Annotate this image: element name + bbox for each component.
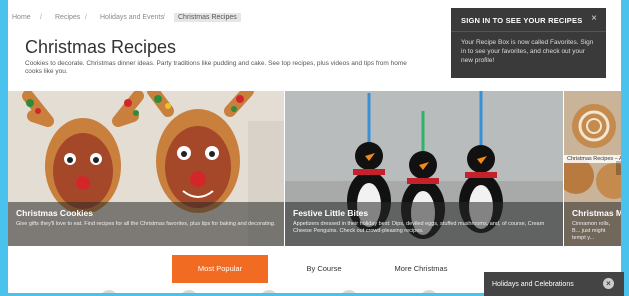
slide-title[interactable]: Christmas Mo <box>572 208 621 218</box>
page-title: Christmas Recipes <box>25 37 177 57</box>
signin-body[interactable]: Your Recipe Box is now called Favorites.… <box>451 32 606 71</box>
page-content: Home / Recipes / Holidays and Events / C… <box>8 0 621 293</box>
slide-text: Appetizers dressed in their holiday best… <box>293 221 545 234</box>
active-tab-indicator <box>172 281 268 283</box>
close-icon[interactable]: × <box>591 13 597 24</box>
slide-title[interactable]: Festive Little Bites <box>293 208 555 218</box>
breadcrumb-recipes[interactable]: Recipes <box>55 14 80 21</box>
slide-title[interactable]: Christmas Cookies <box>16 208 276 218</box>
recipe-carousel: Christmas Cookies Give gifts they'll lov… <box>8 91 621 246</box>
slide-caption: Festive Little Bites Appetizers dressed … <box>285 202 563 246</box>
carousel-slide-morning[interactable]: Christmas Recipes – Af Christmas Mo Cinn… <box>564 91 621 246</box>
slide-tag: Christmas Recipes – Af <box>564 155 621 163</box>
holidays-widget[interactable]: Holidays and Celebrations × <box>484 272 624 296</box>
breadcrumb-separator: / <box>163 14 165 21</box>
carousel-slide-bites[interactable]: Festive Little Bites Appetizers dressed … <box>285 91 563 246</box>
slide-caption: Christmas Mo Cinnamon rolls, B... just m… <box>564 202 621 246</box>
page-description: Cookies to decorate. Christmas dinner id… <box>25 60 407 75</box>
breadcrumb-separator: / <box>85 14 87 21</box>
slide-text: Cinnamon rolls, B... just might tempt y.… <box>572 221 611 241</box>
breadcrumb-current: Christmas Recipes <box>174 13 241 22</box>
holidays-widget-label[interactable]: Holidays and Celebrations <box>492 281 574 288</box>
carousel-next-arrow[interactable] <box>616 161 621 175</box>
breadcrumb-holidays[interactable]: Holidays and Events <box>100 14 164 21</box>
tab-most-popular[interactable]: Most Popular <box>172 255 268 281</box>
signin-heading: SIGN IN TO SEE YOUR RECIPES <box>451 8 606 32</box>
carousel-slide-cookies[interactable]: Christmas Cookies Give gifts they'll lov… <box>8 91 284 246</box>
tab-more-christmas[interactable]: More Christmas <box>376 255 466 281</box>
signin-popup: SIGN IN TO SEE YOUR RECIPES × Your Recip… <box>451 8 606 78</box>
tab-by-course[interactable]: By Course <box>284 255 364 281</box>
close-icon[interactable]: × <box>603 278 614 289</box>
breadcrumb-separator: / <box>40 14 42 21</box>
breadcrumb-home[interactable]: Home <box>12 14 31 21</box>
slide-text: Give gifts they'll love to eat. Find rec… <box>16 221 276 227</box>
slide-caption: Christmas Cookies Give gifts they'll lov… <box>8 202 284 246</box>
